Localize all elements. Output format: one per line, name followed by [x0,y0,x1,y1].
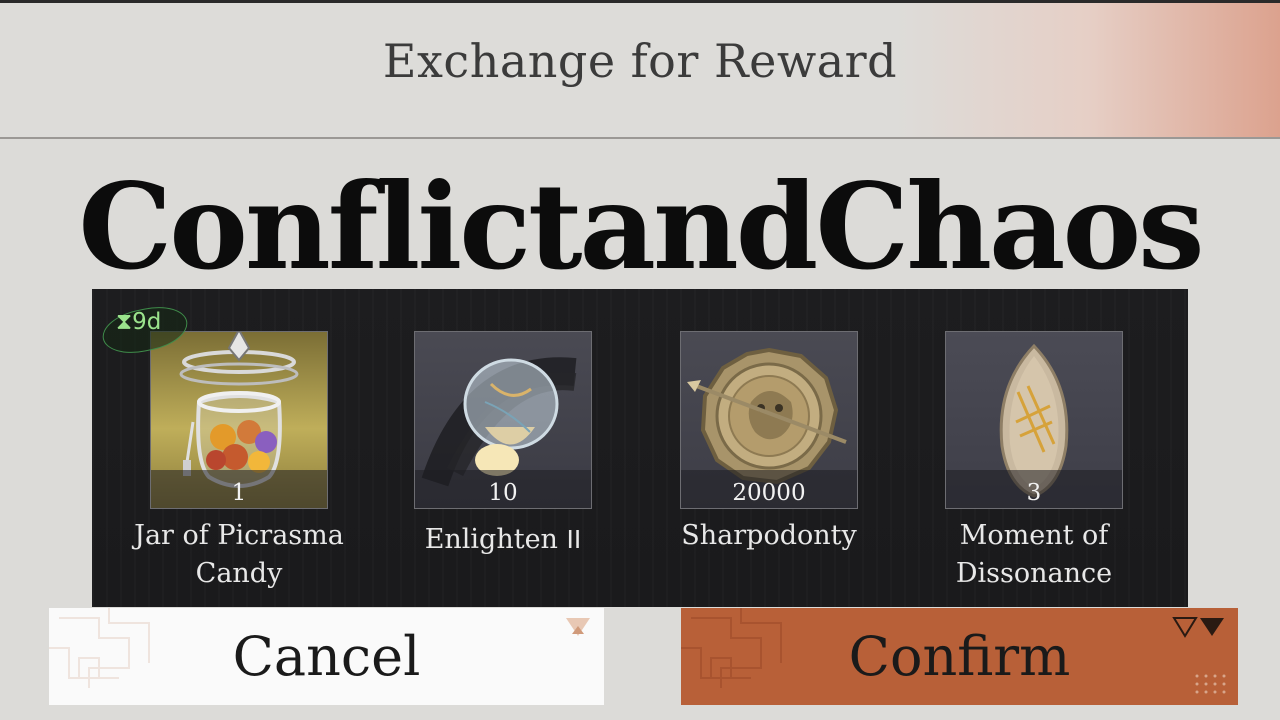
item-name: Moment of Dissonance [955,520,1113,589]
bottom-edge [0,705,1280,720]
header-divider [0,137,1280,139]
confirm-button-label: Confirm [848,625,1071,688]
item-count: 3 [1026,480,1042,506]
circuit-pattern-icon [681,608,782,688]
dialog-title: Exchange for Reward [382,34,898,88]
item-name: Jar of Picrasma Candy [134,520,344,589]
overlay-caption: ConflictandChaos [78,157,1204,296]
item-tile: 10 [414,331,592,509]
circuit-pattern-icon [49,608,150,688]
item-name: Sharpodonty [681,520,857,551]
item-tile: 3 [945,331,1123,509]
item-count: 20000 [732,480,806,506]
item-name: Enlighten II [424,524,582,555]
item-tile: 1 [150,331,328,509]
triangle-marker-icon [566,618,590,636]
timer-label: ⧗9d [116,309,162,335]
cancel-button-label: Cancel [232,625,421,688]
triangle-marker-icon [1172,617,1224,638]
confirm-button[interactable]: Confirm [681,608,1238,705]
item-count: 10 [488,480,518,506]
item-count: 1 [231,480,247,506]
hourglass-icon: ⧗ [116,309,133,335]
cancel-button[interactable]: Cancel [49,608,604,705]
reward-panel: 1 Jar of Picrasma Candy 10 Enlighten II [92,289,1188,607]
item-tile: 20000 [680,331,858,509]
dots-grid-icon [1195,674,1226,694]
